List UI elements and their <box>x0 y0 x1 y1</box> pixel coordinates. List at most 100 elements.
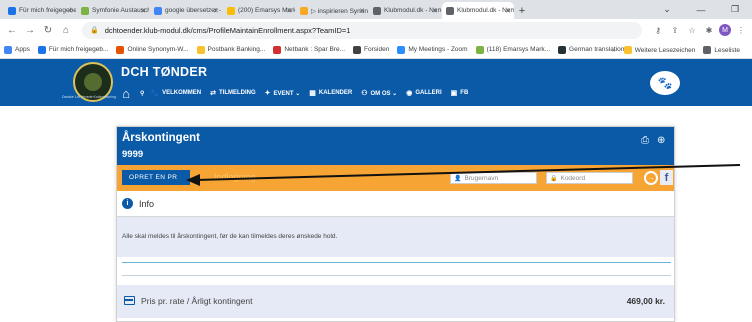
bookmark-label: Postbank Banking... <box>207 46 266 53</box>
bookmarks-right: » Weitere Lesezeichen Leseliste <box>612 41 748 59</box>
bookmark-item[interactable]: Apps <box>4 45 30 54</box>
paw-icon: 🐾 <box>150 90 160 97</box>
tab-search-icon[interactable]: ⌄ <box>650 0 684 19</box>
facebook-login-button[interactable]: f <box>660 170 673 185</box>
info-icon: i <box>122 198 133 209</box>
close-tab-icon[interactable]: ✕ <box>432 7 438 15</box>
nav-item[interactable]: ◉ GALLERI <box>406 89 441 97</box>
site-title[interactable]: DCH TØNDER <box>121 65 207 79</box>
bookmark-favicon-icon <box>37 45 46 54</box>
bookmark-favicon-icon <box>475 45 484 54</box>
logo-caption: Danske Ldr Vevede Kodeodovning <box>62 95 116 99</box>
bookmark-item[interactable]: Online Synonym-W... <box>116 45 189 54</box>
browser-tab[interactable]: ▷ inspirieren Synony ✕ <box>296 2 368 19</box>
price-label: Pris pr. rate / Årligt kontingent <box>141 296 253 306</box>
tab-favicon-icon <box>300 6 308 15</box>
paw-badge-icon[interactable]: 🐾 <box>650 71 680 95</box>
opret-profile-button[interactable]: OPRET EN PR <box>122 170 190 185</box>
nav-item[interactable]: ▣ FB <box>451 89 469 97</box>
bookmark-favicon-icon <box>116 45 125 54</box>
arrow-circle-icon[interactable]: ⊕ <box>657 135 665 146</box>
minimize-icon[interactable]: — <box>684 0 718 19</box>
print-icon[interactable]: ⎙ <box>641 135 649 146</box>
nav-item[interactable]: ⚇ OM OS ⌄ <box>361 89 397 97</box>
close-tab-icon[interactable]: ✕ <box>213 7 219 15</box>
tab-favicon-icon <box>227 6 235 15</box>
puzzle-icon[interactable]: ✱ <box>702 23 716 37</box>
close-tab-icon[interactable]: ✕ <box>505 7 511 15</box>
share-icon[interactable]: ⇪ <box>668 23 682 37</box>
browser-tab-strip: Für mich freigegeben ✕ Symfonie Austauschi… <box>0 0 752 19</box>
close-tab-icon[interactable]: ✕ <box>359 7 365 15</box>
browser-tab[interactable]: Klubmodul.dk - Nem ✕ <box>369 2 441 19</box>
browser-tab[interactable]: Symfonie Austauschi ✕ <box>77 2 149 19</box>
browser-tab[interactable]: (200) Emarsys Marke ✕ <box>223 2 295 19</box>
browser-tab[interactable]: google übersetzer - ✕ <box>150 2 222 19</box>
login-go-icon[interactable]: → <box>644 171 658 185</box>
password-placeholder: Kodeord <box>560 174 586 182</box>
bookmark-label: Weitere Lesezeichen <box>634 46 696 54</box>
home-nav-icon[interactable]: ⌂ <box>116 85 136 101</box>
tab-favicon-icon <box>81 6 89 15</box>
password-field[interactable]: 🔒 Kodeord <box>546 172 633 184</box>
bookmark-favicon-icon <box>4 45 12 54</box>
nav-item[interactable]: 🐾 VELKOMMEN <box>150 89 201 97</box>
nav-label: FB <box>460 90 469 96</box>
forward-icon[interactable]: → <box>22 22 38 38</box>
maximize-icon[interactable]: ❐ <box>718 0 752 19</box>
star-icon[interactable]: ☆ <box>685 23 699 37</box>
bookmark-favicon-icon <box>273 45 282 54</box>
bookmark-item[interactable]: Netbank : Spar Bre... <box>273 45 345 54</box>
price-amount: 469,00 kr. <box>626 296 665 306</box>
bookmark-favicon-icon <box>353 45 362 54</box>
panel-number: 9999 <box>122 149 144 160</box>
bookmark-item[interactable]: Leseliste <box>703 46 740 54</box>
address-bar: ← → ↻ ⌂ 🔒 dchtoender.klub-modul.dk/cms/P… <box>0 19 752 41</box>
extension-icons: ⚷ ⇪ ☆ ✱ M ⋮ <box>648 23 748 37</box>
new-tab-button[interactable]: + <box>515 2 529 19</box>
bookmark-item[interactable]: My Meetings - Zoom <box>397 45 468 54</box>
browser-tab[interactable]: Für mich freigegeben ✕ <box>4 2 76 19</box>
bookmark-item[interactable]: (118) Emarsys Mark... <box>475 45 550 54</box>
bookmark-item[interactable]: Postbank Banking... <box>196 45 266 54</box>
username-placeholder: Brugernavn <box>464 174 499 182</box>
info-label: Info <box>139 198 155 209</box>
info-message-box: Alle skal meldes til årskontingent, før … <box>117 216 674 257</box>
profile-avatar[interactable]: M <box>719 24 731 36</box>
bookmark-item[interactable]: Forsiden <box>353 45 389 54</box>
people-icon: ⚇ <box>361 90 368 97</box>
lock-field-icon: 🔒 <box>550 175 558 182</box>
close-tab-icon[interactable]: ✕ <box>286 7 292 15</box>
key-icon[interactable]: ⚷ <box>651 23 665 37</box>
panel-title: Årskontingent <box>122 132 200 144</box>
nav-item[interactable]: ▦ KALENDER <box>309 89 352 97</box>
login-ghost-text: Indlogning <box>214 172 256 182</box>
menu-icon[interactable]: ⋮ <box>734 23 748 37</box>
bookmark-label: Apps <box>15 46 30 53</box>
home-icon[interactable]: ⌂ <box>58 22 74 38</box>
tab-favicon-icon <box>446 6 454 15</box>
bookmark-item[interactable]: Weitere Lesezeichen <box>623 46 696 54</box>
bookmark-folder-icon <box>623 46 632 54</box>
bookmark-folder-icon <box>703 46 712 54</box>
back-icon[interactable]: ← <box>4 22 20 38</box>
bookmark-item[interactable]: Für mich freigegeb... <box>37 45 108 54</box>
browser-tab[interactable]: Klubmodul.dk - Nem ✕ <box>442 2 514 19</box>
reload-icon[interactable]: ↻ <box>40 22 56 38</box>
nav-item[interactable]: ✦ EVENT ⌄ <box>265 89 301 97</box>
credit-card-icon <box>124 296 135 305</box>
bookmark-favicon-icon <box>196 45 205 54</box>
panel-header: Årskontingent 9999 ⎙ ⊕ <box>117 127 674 165</box>
bookmark-label: Online Synonym-W... <box>127 46 189 53</box>
price-row[interactable]: Pris pr. rate / Årligt kontingent 469,00… <box>117 285 674 318</box>
calendar-icon: ▦ <box>309 90 316 97</box>
search-nav-icon[interactable]: ⚲ <box>140 90 144 97</box>
lock-icon: 🔒 <box>90 27 99 34</box>
divider <box>122 275 671 276</box>
bookmarks-overflow-icon[interactable]: » <box>612 47 616 54</box>
close-tab-icon[interactable]: ✕ <box>140 7 146 15</box>
nav-item[interactable]: ⇄ TILMELDING <box>210 89 256 97</box>
close-tab-icon[interactable]: ✕ <box>67 7 73 15</box>
url-input[interactable]: 🔒 dchtoender.klub-modul.dk/cms/ProfileMa… <box>82 21 642 39</box>
username-field[interactable]: 👤 Brugernavn <box>450 172 537 184</box>
